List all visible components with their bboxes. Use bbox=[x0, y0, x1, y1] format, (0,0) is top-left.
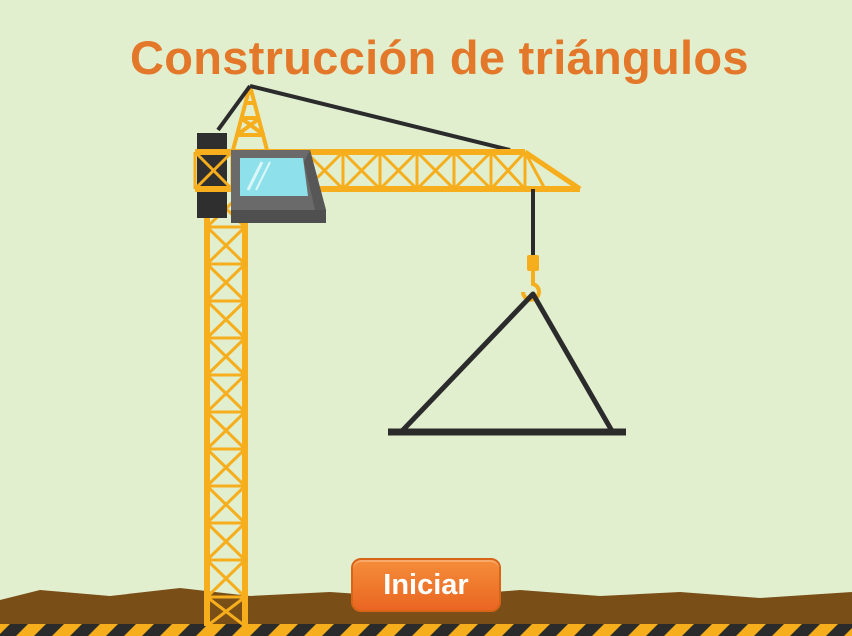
construction-scene bbox=[0, 84, 852, 636]
hazard-stripe bbox=[0, 624, 852, 636]
crane-top bbox=[231, 85, 269, 151]
triangle-frame-icon bbox=[388, 291, 626, 436]
operator-cab bbox=[231, 150, 326, 223]
counterweight bbox=[197, 133, 227, 218]
crane-mast bbox=[204, 188, 248, 628]
page-title: Construcción de triángulos bbox=[130, 31, 749, 84]
support-cable bbox=[216, 84, 511, 152]
start-button[interactable]: Iniciar bbox=[351, 558, 501, 612]
